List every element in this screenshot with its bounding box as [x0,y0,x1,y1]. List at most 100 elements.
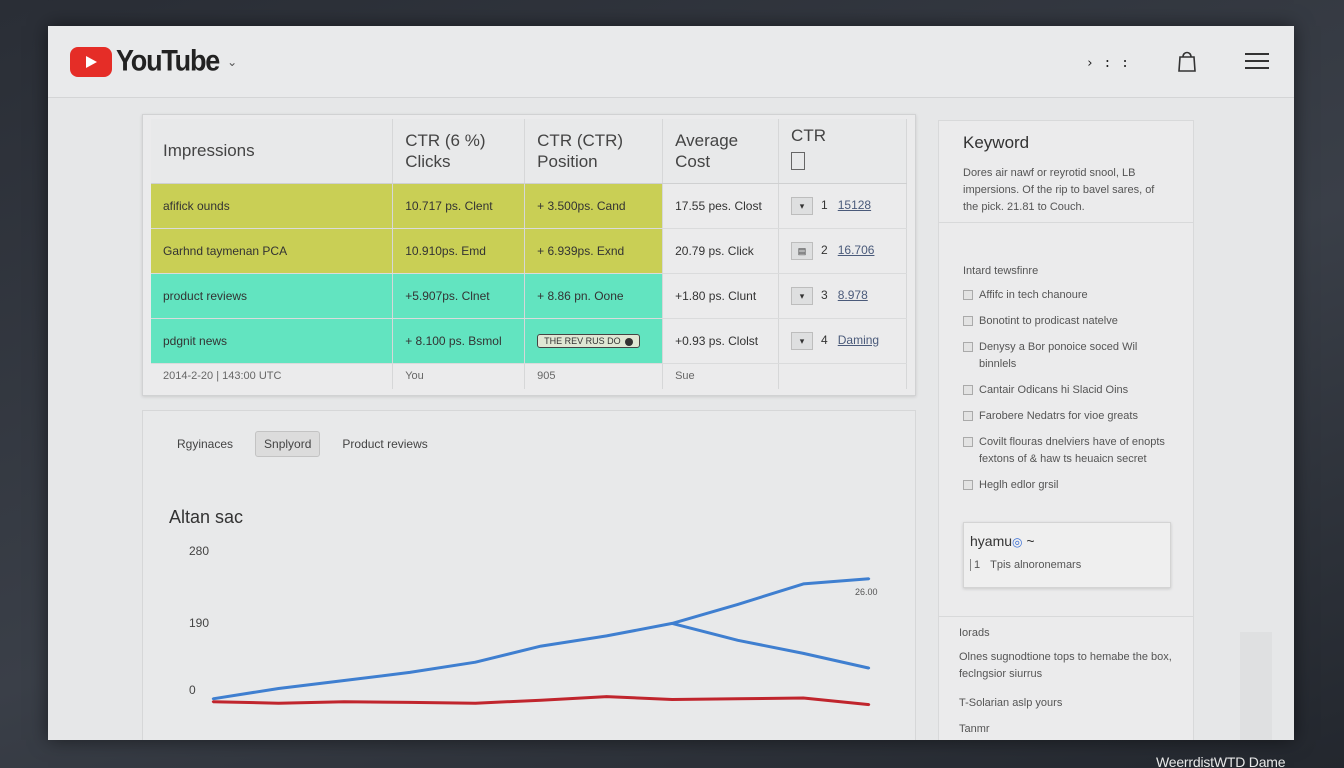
sidebar-title: Keyword [963,133,1030,152]
x-tick-label: 2023 [790,739,817,740]
target-icon: ◎ [1012,535,1023,549]
y-tick-label: 190 [189,616,209,630]
line-chart: 280 190 0 2017 1004 1223 1909 1000 2021 2081 2002 2… [189,544,883,740]
data-point [802,582,805,586]
hamburger-icon[interactable] [1244,51,1270,76]
rank-dropdown[interactable]: ▾ [791,286,814,305]
data-point [277,701,280,705]
toggle-knob-icon [624,337,633,346]
series-line-1 [671,621,870,670]
checklist-item[interactable]: Farobere Nedatrs for vioe greats [963,408,1169,425]
keyword-table: Impressions CTR (6 %) Clicks CTR (CTR) Pos… [151,119,907,389]
sidebar-header: Keyword Dores air nawf or reyrotid snool… [939,121,1193,223]
bag-icon[interactable] [1174,48,1200,79]
rank-dropdown[interactable]: ▾ [791,331,814,350]
x-tick-label: 1000 [462,739,489,740]
data-point [736,639,739,642]
account-title: hyamu◎ ~ [970,533,1035,549]
x-tick-label: 2017 [724,739,751,740]
data-point [277,687,280,690]
rank-link[interactable]: Daming [838,333,879,347]
y-tick-label: 280 [189,544,209,558]
sidebar-description: Dores air nawf or reyrotid snool, LB imp… [963,167,1155,213]
data-point [671,622,674,625]
account-card[interactable]: hyamu◎ ~ 1 Tpis alnoronemars [963,522,1171,588]
footer-cell [778,363,907,389]
footer-timestamp: 2014-2-20 | 143:00 UTC [151,363,394,389]
rank-link[interactable]: 15128 [838,198,871,212]
column-header-position[interactable]: CTR (CTR) Position [524,119,664,184]
column-header-impressions[interactable]: Impressions [151,119,394,184]
data-point [736,697,739,700]
table-row[interactable]: Garhnd taymenan PCA 10.910ps. Emd + 6.93… [151,228,907,274]
clicks-cell: +5.907ps. Clnet [392,273,526,319]
column-header-cost[interactable]: Average Cost [662,119,780,184]
more-dots-icon[interactable]: › : : [1086,56,1130,71]
cost-cell: 20.79 ps. Click [662,228,780,274]
checklist-item[interactable]: Affifc in tech chanoure [963,287,1169,304]
rank-link[interactable]: 16.706 [838,243,875,257]
rank-link[interactable]: 8.978 [838,288,868,302]
chevron-down-icon[interactable]: ⌄ [227,55,237,69]
footer-cell: Sue [662,363,780,389]
data-point [802,652,805,655]
footer-label: Iorads [959,627,990,639]
cost-cell: +1.80 ps. Clunt [662,273,780,319]
checklist-item[interactable]: Heglh edlor grsil [963,477,1169,494]
checklist-item[interactable]: Denysy a Bor ponoice soced Wil binnlels [963,339,1169,373]
clipboard-icon [791,152,806,170]
keyword-cell: afifick ounds [151,183,394,229]
clicks-cell: 10.910ps. Emd [392,228,526,274]
rank-dropdown[interactable]: ▾ [791,196,814,215]
checklist-item[interactable]: Bonotint to prodicast natelve [963,313,1169,330]
clicks-cell: 10.717 ps. Clent [392,183,526,229]
keyword-cell: Garhnd taymenan PCA [151,228,394,274]
checklist-item[interactable]: Covilt flouras dnelviers have of enopts … [963,434,1169,468]
checkbox[interactable] [963,437,973,447]
youtube-play-icon [70,46,112,77]
checkbox[interactable] [963,480,973,490]
x-tick-label: 2017 [200,739,227,740]
cost-cell: 17.55 pes. Clost [662,183,780,229]
table-row[interactable]: product reviews +5.907ps. Clnet + 8.86 p… [151,273,907,319]
rank-cell: ▾ 3 8.978 [778,273,907,319]
position-cell: THE REV RUS DO [524,318,664,364]
cost-cell: +0.93 ps. Clolst [662,318,780,364]
position-cell: + 3.500ps. Cand [524,183,664,229]
data-point [867,577,871,580]
checkbox[interactable] [963,385,973,395]
data-point [539,644,543,648]
chart-annotation: 26.00 [855,587,878,597]
table-row[interactable]: pdgnit news + 8.100 ps. Bsmol THE REV RU… [151,318,907,364]
checklist-section: Intard tewsfinre Affifc in tech chanoure… [939,265,1193,494]
footer-description: Olnes sugnodtione tops to hemabe the box… [959,651,1172,680]
checkbox[interactable] [963,290,973,300]
rank-cell: ▤ 2 16.706 [778,228,907,274]
footer-link[interactable]: T-Solarian aslp yours [959,697,1173,709]
column-header-ctr[interactable]: CTR [778,119,907,184]
position-cell: + 6.939ps. Exnd [524,228,664,274]
data-point [736,603,739,606]
data-point [343,679,346,682]
data-point [867,703,871,706]
review-toggle-button[interactable]: THE REV RUS DO [537,334,640,348]
youtube-logo[interactable]: YouTube ⌄ [70,45,237,77]
footer-more[interactable]: Tanmr [959,723,1173,735]
rank-dropdown[interactable]: ▤ [791,241,814,260]
checkbox[interactable] [963,316,973,326]
checkbox[interactable] [963,342,973,352]
table-header-row: Impressions CTR (6 %) Clicks CTR (CTR) Pos… [151,119,907,184]
x-tick-label: 2002 [659,739,686,740]
checkbox[interactable] [963,411,973,421]
data-point [605,634,608,638]
data-point [211,697,215,700]
x-tick-label: 1004 [265,739,292,740]
scrollbar-thumb[interactable] [1240,632,1272,740]
table-row[interactable]: afifick ounds 10.717 ps. Clent + 3.500ps… [151,183,907,229]
x-tick-label: 2000 [856,739,883,740]
table-footer-row: 2014-2-20 | 143:00 UTC You 905 Sue [151,363,907,389]
data-point [408,671,411,674]
data-point [671,698,674,701]
column-header-clicks[interactable]: CTR (6 %) Clicks [392,119,526,184]
checklist-item[interactable]: Cantair Odicans hi Slacid Oins [963,382,1169,399]
